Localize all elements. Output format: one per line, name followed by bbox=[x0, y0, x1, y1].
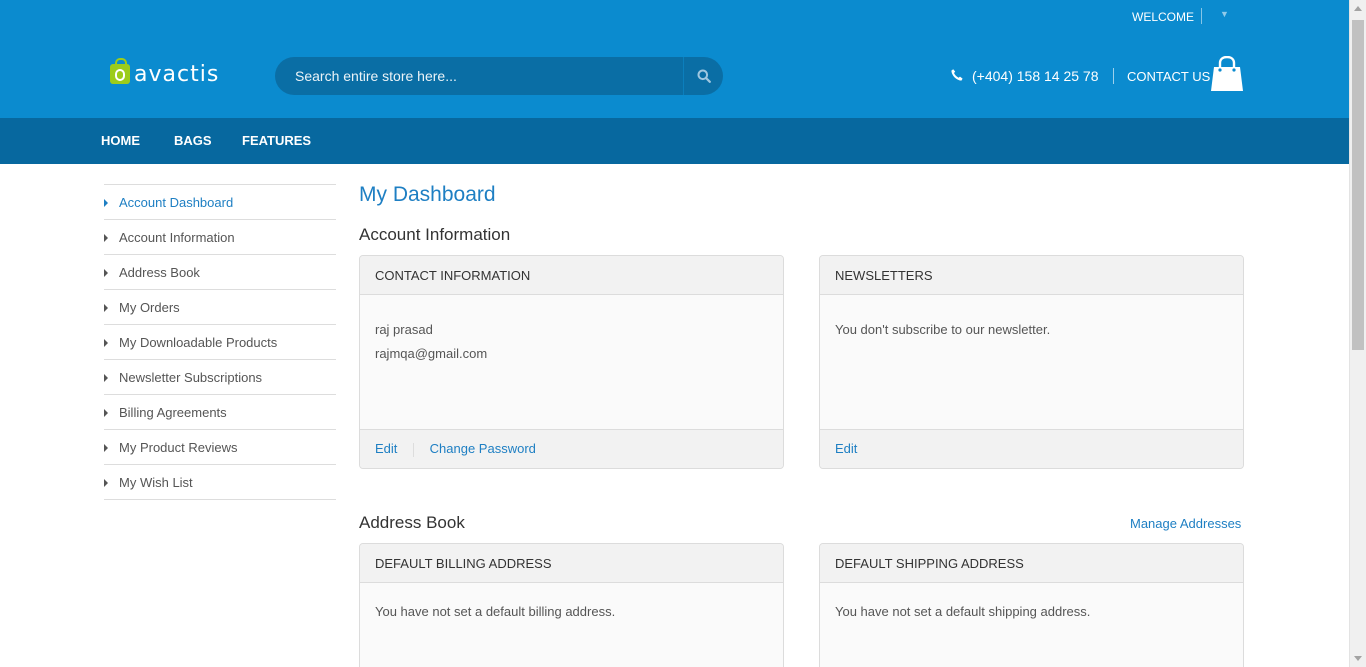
contact-us-link[interactable]: CONTACT US bbox=[1127, 69, 1210, 84]
chevron-down-icon[interactable]: ▼ bbox=[1220, 9, 1229, 19]
change-password-link[interactable]: Change Password bbox=[430, 441, 536, 456]
search-button[interactable] bbox=[684, 57, 723, 95]
box-footer: Edit Change Password bbox=[360, 429, 783, 468]
box-body: You have not set a default shipping addr… bbox=[820, 583, 1243, 624]
sidebar-item-downloadable-products[interactable]: My Downloadable Products bbox=[104, 325, 336, 360]
sidebar-item-label: My Downloadable Products bbox=[119, 335, 278, 350]
sidebar-item-label: Account Information bbox=[119, 230, 235, 245]
header-divider bbox=[1113, 68, 1114, 84]
page-title: My Dashboard bbox=[359, 183, 496, 206]
sidebar-item-billing-agreements[interactable]: Billing Agreements bbox=[104, 395, 336, 430]
sidebar-item-label: My Product Reviews bbox=[119, 440, 238, 455]
caret-right-icon bbox=[104, 199, 108, 207]
caret-right-icon bbox=[104, 374, 108, 382]
caret-right-icon bbox=[104, 304, 108, 312]
sidebar-item-label: Account Dashboard bbox=[119, 195, 234, 210]
logo-bag-icon bbox=[110, 58, 130, 84]
box-title: DEFAULT SHIPPING ADDRESS bbox=[820, 544, 1243, 583]
logo-text: avactis bbox=[134, 61, 220, 87]
page-scrollbar[interactable] bbox=[1349, 0, 1366, 667]
customer-name: raj prasad bbox=[375, 322, 433, 337]
edit-contact-link[interactable]: Edit bbox=[375, 441, 397, 456]
edit-newsletter-link[interactable]: Edit bbox=[835, 441, 857, 456]
page: WELCOME ▼ avactis (+404) 158 14 25 78 CO… bbox=[0, 0, 1349, 667]
sidebar-item-label: Billing Agreements bbox=[119, 405, 227, 420]
manage-addresses-link[interactable]: Manage Addresses bbox=[1130, 516, 1241, 531]
newsletters-box: NEWSLETTERS You don't subscribe to our n… bbox=[819, 255, 1244, 469]
nav-home[interactable]: HOME bbox=[101, 133, 140, 148]
scroll-up-arrow-icon[interactable] bbox=[1354, 6, 1362, 11]
sidebar-item-label: My Orders bbox=[119, 300, 180, 315]
topbar-divider bbox=[1201, 8, 1202, 24]
box-body: raj prasad rajmqa@gmail.com bbox=[360, 295, 783, 366]
account-sidebar: Account Dashboard Account Information Ad… bbox=[104, 184, 336, 500]
box-footer: Edit bbox=[820, 429, 1243, 468]
search-icon bbox=[697, 69, 711, 83]
sidebar-item-account-information[interactable]: Account Information bbox=[104, 220, 336, 255]
main-nav: HOME BAGS FEATURES bbox=[0, 118, 1349, 164]
scrollbar-thumb[interactable] bbox=[1352, 20, 1364, 350]
sidebar-item-label: My Wish List bbox=[119, 475, 193, 490]
billing-address-box: DEFAULT BILLING ADDRESS You have not set… bbox=[359, 543, 784, 667]
address-book-heading: Address Book bbox=[359, 513, 465, 532]
sidebar-item-label: Address Book bbox=[119, 265, 200, 280]
billing-address-text: You have not set a default billing addre… bbox=[375, 604, 616, 619]
caret-right-icon bbox=[104, 444, 108, 452]
newsletter-status: You don't subscribe to our newsletter. bbox=[835, 322, 1051, 337]
nav-bags[interactable]: BAGS bbox=[174, 133, 212, 148]
account-information-heading: Account Information bbox=[359, 225, 511, 244]
sidebar-item-newsletter-subscriptions[interactable]: Newsletter Subscriptions bbox=[104, 360, 336, 395]
top-bar: WELCOME ▼ bbox=[0, 0, 1349, 34]
caret-right-icon bbox=[104, 234, 108, 242]
caret-right-icon bbox=[104, 339, 108, 347]
shipping-address-box: DEFAULT SHIPPING ADDRESS You have not se… bbox=[819, 543, 1244, 667]
scroll-down-arrow-icon[interactable] bbox=[1354, 656, 1362, 661]
welcome-link[interactable]: WELCOME bbox=[1132, 10, 1194, 24]
sidebar-item-my-orders[interactable]: My Orders bbox=[104, 290, 336, 325]
box-title: NEWSLETTERS bbox=[820, 256, 1243, 295]
customer-email: rajmqa@gmail.com bbox=[375, 346, 488, 361]
box-body: You have not set a default billing addre… bbox=[360, 583, 783, 624]
caret-right-icon bbox=[104, 269, 108, 277]
sidebar-item-wish-list[interactable]: My Wish List bbox=[104, 465, 336, 500]
shipping-address-text: You have not set a default shipping addr… bbox=[835, 604, 1091, 619]
box-title: DEFAULT BILLING ADDRESS bbox=[360, 544, 783, 583]
box-body: You don't subscribe to our newsletter. bbox=[820, 295, 1243, 342]
caret-right-icon bbox=[104, 409, 108, 417]
sidebar-item-address-book[interactable]: Address Book bbox=[104, 255, 336, 290]
sidebar-item-label: Newsletter Subscriptions bbox=[119, 370, 263, 385]
sidebar-item-product-reviews[interactable]: My Product Reviews bbox=[104, 430, 336, 465]
shopping-bag-icon[interactable] bbox=[1210, 56, 1244, 92]
footer-divider bbox=[413, 442, 415, 457]
search-bar bbox=[275, 57, 723, 95]
box-title: CONTACT INFORMATION bbox=[360, 256, 783, 295]
phone-number: (+404) 158 14 25 78 bbox=[972, 68, 1099, 84]
contact-information-box: CONTACT INFORMATION raj prasad rajmqa@gm… bbox=[359, 255, 784, 469]
search-input[interactable] bbox=[275, 57, 683, 95]
sidebar-item-account-dashboard[interactable]: Account Dashboard bbox=[104, 185, 336, 220]
caret-right-icon bbox=[104, 479, 108, 487]
logo[interactable]: avactis bbox=[110, 58, 220, 88]
nav-features[interactable]: FEATURES bbox=[242, 133, 311, 148]
phone-icon bbox=[951, 69, 963, 81]
